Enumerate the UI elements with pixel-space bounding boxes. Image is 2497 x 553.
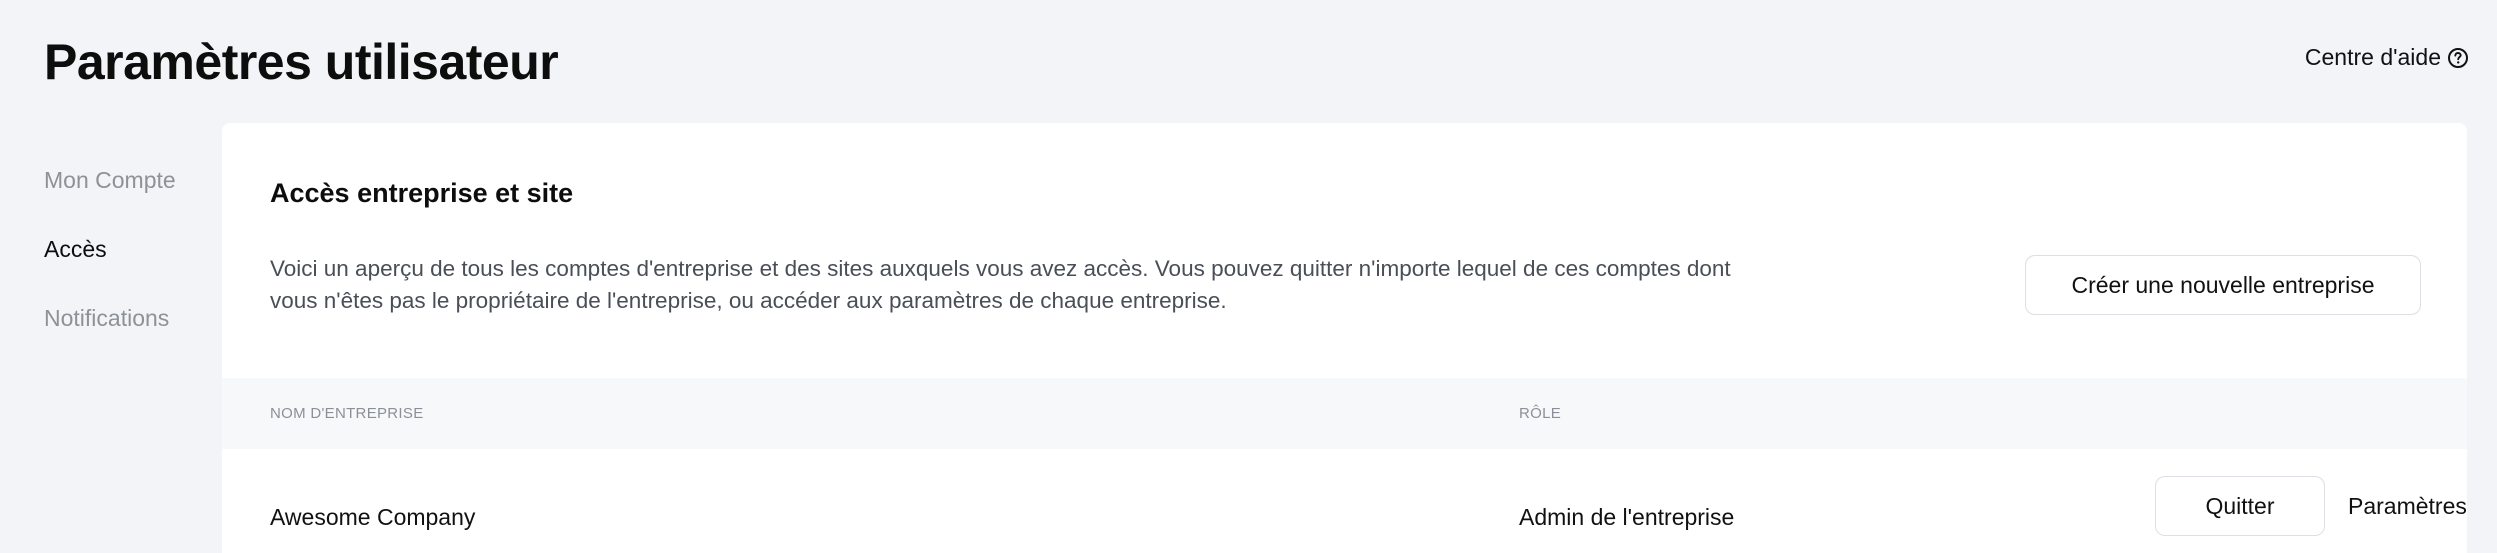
question-circle-icon (2447, 47, 2469, 69)
sidebar-item-acces[interactable]: Accès (44, 229, 214, 298)
create-company-button[interactable]: Créer une nouvelle entreprise (2025, 255, 2421, 315)
user-settings-page: Paramètres utilisateur Centre d'aide Mon… (0, 0, 2497, 553)
table-row: Awesome Company Admin de l'entreprise Qu… (222, 449, 2467, 553)
settings-sidebar: Mon Compte Accès Notifications (44, 160, 214, 367)
table-header: NOM D'ENTREPRISE RÔLE (222, 378, 2467, 449)
page-title: Paramètres utilisateur (44, 34, 559, 90)
role-cell: Admin de l'entreprise (1519, 504, 1735, 530)
access-card: Accès entreprise et site Voici un aperçu… (222, 123, 2467, 553)
sidebar-item-notifications[interactable]: Notifications (44, 298, 214, 367)
help-center-link[interactable]: Centre d'aide (2305, 44, 2469, 71)
sidebar-item-mon-compte[interactable]: Mon Compte (44, 160, 214, 229)
company-name-cell: Awesome Company (270, 504, 476, 530)
company-settings-link[interactable]: Paramètres (2348, 490, 2467, 522)
section-title: Accès entreprise et site (270, 178, 574, 208)
column-header-company-name: NOM D'ENTREPRISE (270, 405, 424, 422)
access-description: Voici un aperçu de tous les comptes d'en… (270, 256, 1731, 313)
quit-button[interactable]: Quitter (2155, 476, 2325, 536)
column-header-role: RÔLE (1519, 405, 1562, 422)
help-center-label: Centre d'aide (2304, 44, 2441, 70)
